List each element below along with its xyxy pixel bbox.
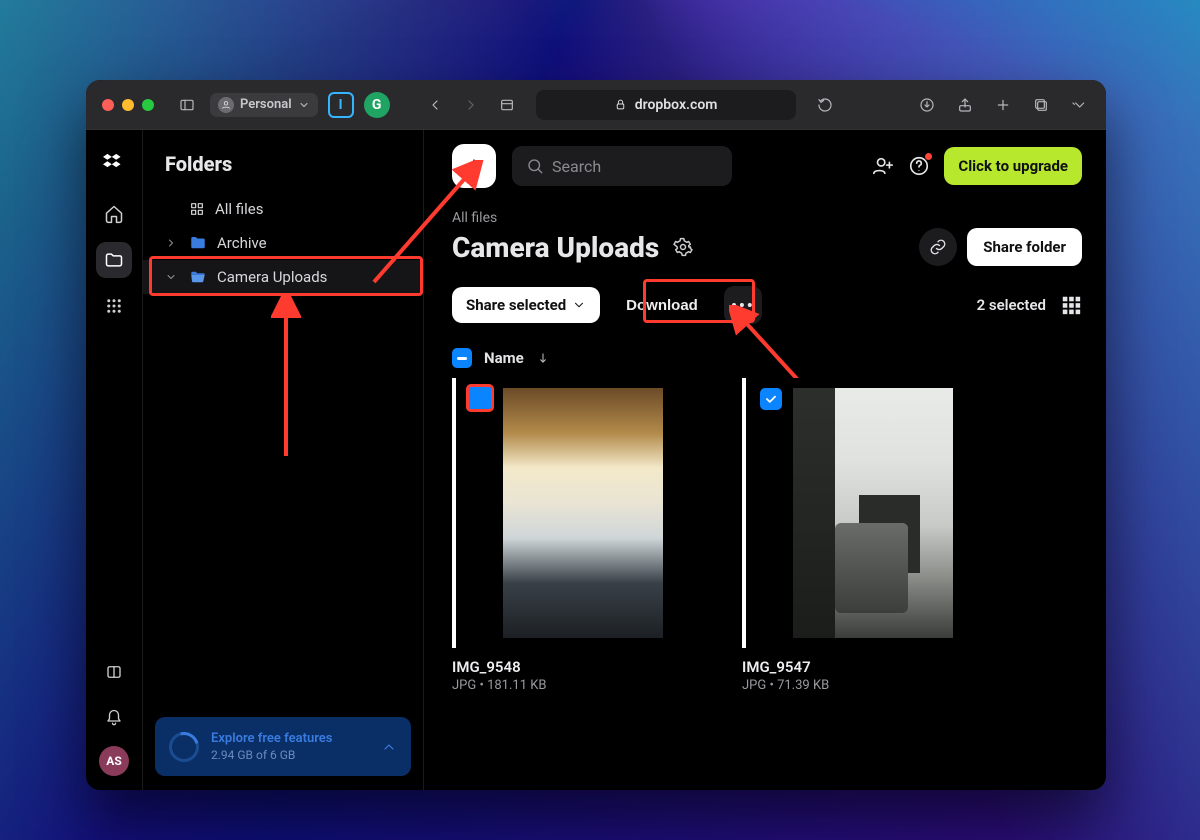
chevron-down-icon (298, 99, 310, 111)
promo-subtitle: 2.94 GB of 6 GB (211, 748, 369, 762)
nav-rail: AS (86, 130, 142, 790)
nav-panel-toggle[interactable] (96, 654, 132, 690)
file-grid: IMG_9548 JPG • 181.11 KB (452, 378, 1082, 693)
select-all-checkbox[interactable] (452, 348, 472, 368)
file-meta: JPG • 71.39 KB (742, 678, 1000, 693)
search-placeholder: Search (552, 157, 601, 176)
account-avatar[interactable]: AS (99, 746, 129, 776)
column-header-row: Name (452, 348, 1082, 368)
annotation-arrow-folder (271, 296, 301, 466)
nav-notifications[interactable] (96, 700, 132, 736)
page-title: Camera Uploads (452, 231, 659, 264)
tree-item-label: Archive (217, 234, 267, 252)
selected-count: 2 selected (977, 296, 1046, 314)
overflow-menu-icon[interactable] (1066, 92, 1092, 118)
nav-back-button[interactable] (422, 92, 448, 118)
nav-forward-button[interactable] (458, 92, 484, 118)
file-card[interactable]: IMG_9547 JPG • 71.39 KB (742, 378, 1000, 693)
upgrade-button[interactable]: Click to upgrade (944, 147, 1082, 185)
chevron-right-icon (165, 237, 179, 249)
chevron-down-icon (572, 298, 586, 312)
chevron-down-icon (165, 271, 179, 283)
address-bar[interactable]: dropbox.com (536, 90, 796, 120)
tree-item-camera-uploads[interactable]: Camera Uploads (143, 260, 423, 294)
folder-open-icon (189, 268, 207, 286)
file-select-checkbox[interactable] (470, 388, 492, 410)
nav-apps-grid[interactable] (96, 288, 132, 324)
breadcrumb[interactable]: All files (452, 210, 1082, 226)
file-name: IMG_9548 (452, 658, 710, 676)
dropbox-logo-icon[interactable] (96, 144, 132, 180)
invite-icon[interactable] (872, 155, 894, 177)
nav-folders[interactable] (96, 242, 132, 278)
person-icon (218, 97, 234, 113)
tree-item-label: Camera Uploads (217, 268, 327, 286)
reload-icon[interactable] (812, 92, 838, 118)
grid-icon (189, 201, 205, 217)
close-window-icon[interactable] (102, 99, 114, 111)
promo-title: Explore free features (211, 731, 369, 746)
storage-ring-icon (164, 726, 205, 767)
folder-icon (189, 234, 207, 252)
share-selected-button[interactable]: Share selected (452, 287, 600, 323)
search-icon (526, 157, 544, 175)
address-url: dropbox.com (635, 97, 718, 113)
chevron-up-icon (381, 739, 397, 755)
tabs-overview-icon[interactable] (1028, 92, 1054, 118)
nav-home[interactable] (96, 196, 132, 232)
thumbnail-image (793, 388, 953, 638)
tree-item-archive[interactable]: Archive (143, 226, 423, 260)
view-grid-icon[interactable] (1060, 294, 1082, 316)
file-name: IMG_9547 (742, 658, 1000, 676)
share-selected-label: Share selected (466, 296, 566, 314)
sort-direction-icon[interactable] (536, 351, 550, 365)
column-name[interactable]: Name (484, 349, 524, 367)
download-button[interactable]: Download (612, 288, 712, 323)
tree-item-all-files[interactable]: All files (143, 192, 423, 226)
main-panel: Search Click to upgrade All files Camera… (424, 130, 1106, 790)
main-topbar: Search Click to upgrade (452, 144, 1082, 188)
sidebar-title: Folders (143, 146, 423, 192)
copy-link-icon[interactable] (919, 228, 957, 266)
share-folder-button[interactable]: Share folder (967, 228, 1082, 266)
extension-instapaper-icon[interactable]: I (328, 92, 354, 118)
minimize-window-icon[interactable] (122, 99, 134, 111)
folder-settings-icon[interactable] (673, 237, 693, 257)
file-select-checkbox[interactable] (760, 388, 782, 410)
file-card[interactable]: IMG_9548 JPG • 181.11 KB (452, 378, 710, 693)
thumbnail-image (503, 388, 663, 638)
search-input[interactable]: Search (512, 146, 732, 186)
tree-item-label: All files (215, 200, 263, 218)
promo-explore-features[interactable]: Explore free features 2.94 GB of 6 GB (155, 717, 411, 776)
more-actions-button[interactable]: ••• (724, 286, 762, 324)
sidebar-toggle-icon[interactable] (174, 92, 200, 118)
file-meta: JPG • 181.11 KB (452, 678, 710, 693)
help-icon[interactable] (908, 155, 930, 177)
file-thumbnail[interactable] (452, 378, 710, 648)
share-icon[interactable] (952, 92, 978, 118)
browser-profile-picker[interactable]: Personal (210, 93, 318, 117)
file-thumbnail[interactable] (742, 378, 1000, 648)
fullscreen-window-icon[interactable] (142, 99, 154, 111)
lock-icon (614, 98, 627, 111)
downloads-icon[interactable] (914, 92, 940, 118)
browser-titlebar: Personal I G dropbox.com (86, 80, 1106, 130)
extension-grammarly-icon[interactable]: G (364, 92, 390, 118)
dropbox-page: AS Folders All files Archive (86, 130, 1106, 790)
browser-profile-label: Personal (240, 97, 292, 112)
browser-window: Personal I G dropbox.com (86, 80, 1106, 790)
folders-sidebar: Folders All files Archive Camera Uploads (142, 130, 424, 790)
create-button[interactable] (452, 144, 496, 188)
new-tab-icon[interactable] (990, 92, 1016, 118)
selection-action-row: Share selected Download ••• 2 selected (452, 286, 1082, 324)
reader-view-icon[interactable] (494, 92, 520, 118)
window-controls[interactable] (102, 99, 154, 111)
